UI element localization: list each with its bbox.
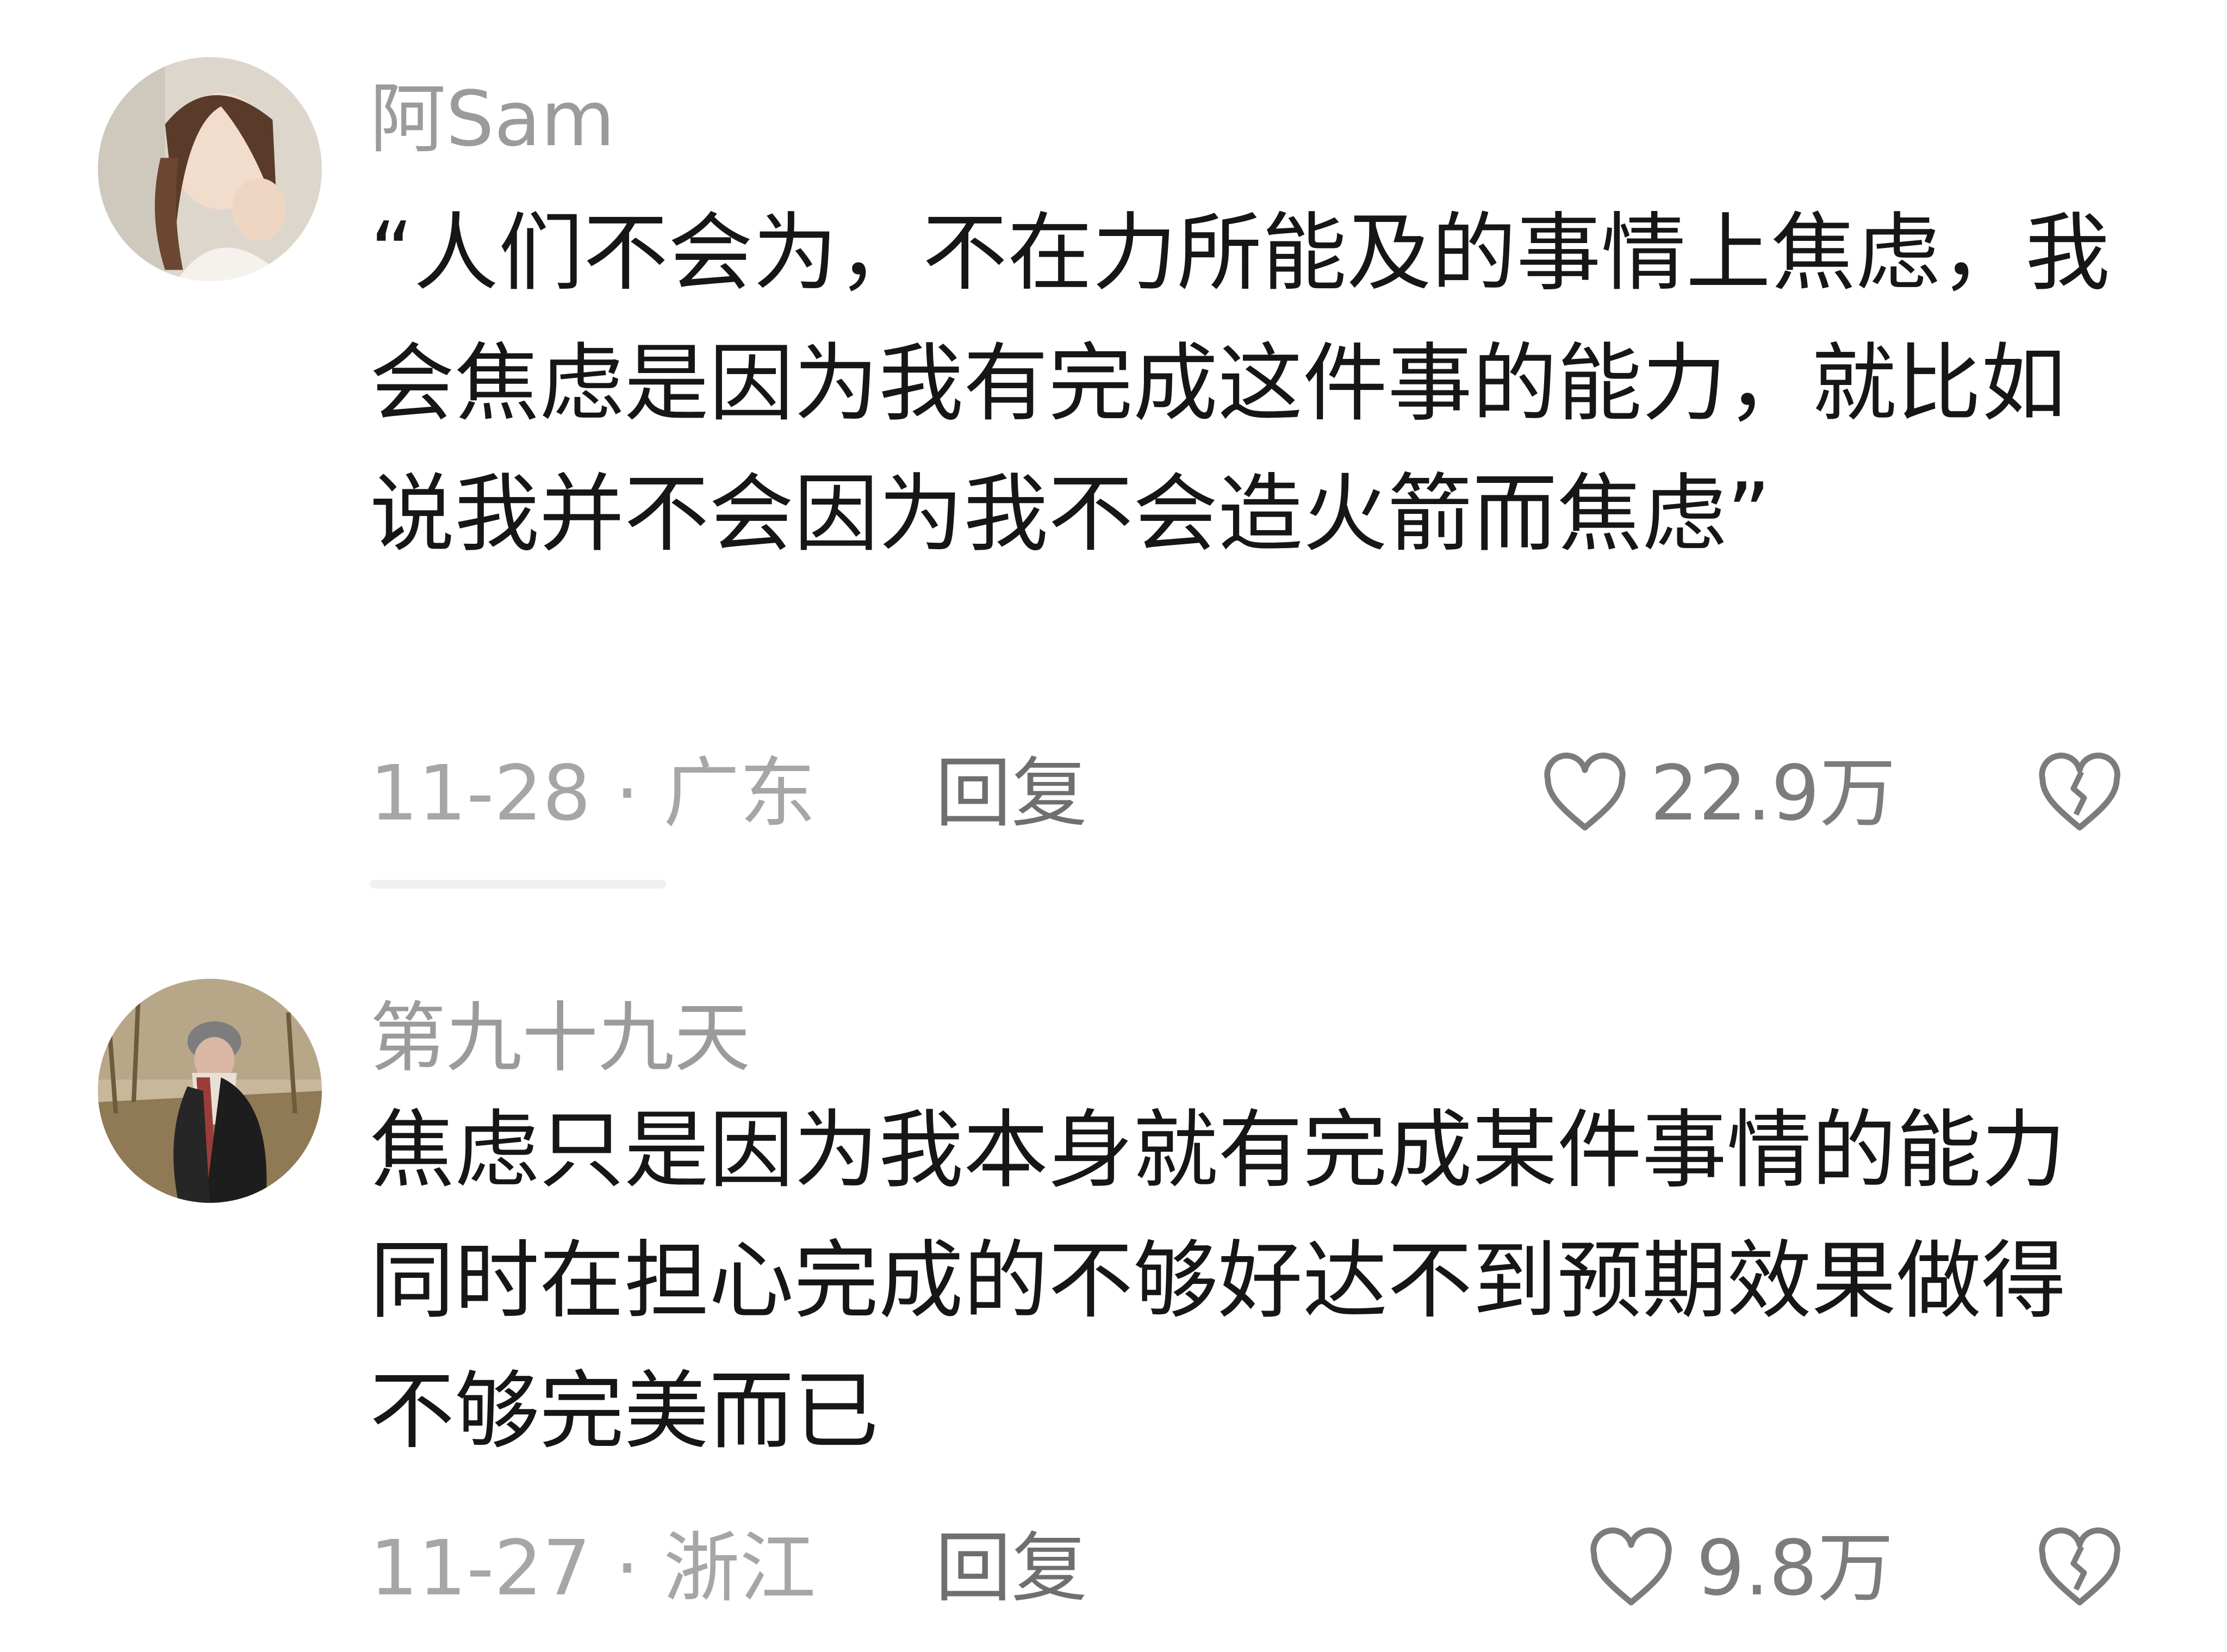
comment-text: 焦虑只是因为我本身就有完成某件事情的能力同时在担心完成的不够好达不到预期效果做得…: [370, 1101, 2066, 1461]
divider: [370, 880, 666, 889]
avatar[interactable]: [98, 57, 322, 281]
like-count: 22.9万: [1650, 749, 1896, 838]
avatar-image: [98, 979, 322, 1203]
avatar-image: [98, 57, 322, 281]
comment-text: “人们不会为，不在力所能及的事情上焦虑，我会焦虑是因为我有完成这件事的能力，就比…: [370, 203, 2110, 563]
comment-date-location: 11-28 · 广东: [370, 749, 816, 838]
reply-button[interactable]: 回复: [935, 1525, 1087, 1612]
reply-button[interactable]: 回复: [935, 750, 1087, 837]
username[interactable]: 阿Sam: [370, 76, 615, 163]
username[interactable]: 第九十九天: [370, 995, 750, 1082]
heart-outline-icon[interactable]: [1585, 1526, 1677, 1608]
broken-heart-icon[interactable]: [2033, 752, 2126, 833]
avatar[interactable]: [98, 979, 322, 1203]
comment-item: 第九十九天 焦虑只是因为我本身就有完成某件事情的能力同时在担心完成的不够好达不到…: [0, 924, 2227, 1652]
broken-heart-icon[interactable]: [2033, 1526, 2126, 1608]
comment-item: 阿Sam “人们不会为，不在力所能及的事情上焦虑，我会焦虑是因为我有完成这件事的…: [0, 0, 2227, 892]
comment-date-location: 11-27 · 浙江: [370, 1524, 816, 1613]
heart-outline-icon[interactable]: [1539, 752, 1631, 833]
like-count: 9.8万: [1696, 1524, 1894, 1613]
